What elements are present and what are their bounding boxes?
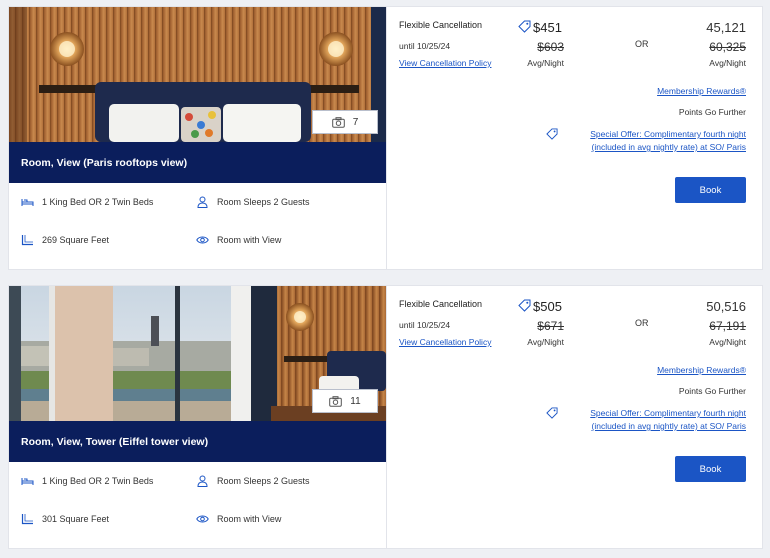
rate-title: Flexible Cancellation — [399, 299, 483, 309]
view-amenity: Room with View — [196, 513, 281, 525]
camera-icon — [331, 116, 345, 128]
original-cash-price: $671 — [537, 319, 564, 333]
points-price: 45,121 — [706, 20, 746, 35]
rate-panel: Flexible Cancellation until 10/25/24 Vie… — [387, 286, 762, 548]
size-text: 269 Square Feet — [42, 235, 110, 245]
cash-price: $505 — [533, 299, 562, 314]
sleeps-text: Room Sleeps 2 Guests — [217, 197, 310, 207]
size-amenity: 269 Square Feet — [21, 234, 109, 246]
size-text: 301 Square Feet — [42, 514, 110, 524]
cash-price-unit: Avg/Night — [527, 58, 564, 68]
cancel-until: until 10/25/24 — [399, 320, 451, 330]
sleeps-amenity: Room Sleeps 2 Guests — [196, 196, 310, 208]
sleeps-text: Room Sleeps 2 Guests — [217, 476, 310, 486]
offer-tag-icon — [546, 128, 558, 140]
bed-text: 1 King Bed OR 2 Twin Beds — [42, 476, 154, 486]
points-price: 50,516 — [706, 299, 746, 314]
cash-price-unit: Avg/Night — [527, 337, 564, 347]
bed-text: 1 King Bed OR 2 Twin Beds — [42, 197, 154, 207]
bed-amenity: 1 King Bed OR 2 Twin Beds — [21, 196, 153, 208]
cancellation-policy-link[interactable]: View Cancellation Policy — [399, 337, 491, 347]
offer-tag-icon — [546, 407, 558, 419]
view-text: Room with View — [217, 235, 282, 245]
or-label: OR — [635, 39, 649, 49]
camera-icon — [329, 395, 343, 407]
eye-icon — [196, 515, 209, 523]
size-amenity: 301 Square Feet — [21, 513, 109, 525]
photo-count-button[interactable]: 7 — [312, 110, 378, 134]
square-feet-icon — [21, 514, 33, 525]
photo-count: 11 — [350, 395, 361, 407]
photo-count-button[interactable]: 11 — [312, 389, 378, 413]
price-tag-icon — [518, 299, 531, 312]
room-photo[interactable]: 11 — [9, 286, 386, 421]
rate-title: Flexible Cancellation — [399, 20, 483, 30]
person-icon — [197, 196, 208, 208]
cancellation-policy-link[interactable]: View Cancellation Policy — [399, 58, 491, 68]
bed-amenity: 1 King Bed OR 2 Twin Beds — [21, 475, 153, 487]
membership-rewards-link[interactable]: Membership Rewards® — [657, 365, 746, 375]
price-tag-icon — [518, 20, 531, 33]
view-text: Room with View — [217, 514, 282, 524]
room-name: Room, View (Paris rooftops view) — [21, 156, 188, 169]
original-cash-price: $603 — [537, 40, 564, 54]
room-name-bar: Room, View, Tower (Eiffel tower view) — [9, 421, 386, 462]
bed-icon — [21, 478, 34, 485]
or-label: OR — [635, 318, 649, 328]
room-photo[interactable]: 7 — [9, 7, 386, 142]
points-price-unit: Avg/Night — [709, 337, 746, 347]
square-feet-icon — [21, 235, 33, 246]
room-name-bar: Room, View (Paris rooftops view) — [9, 142, 386, 183]
membership-rewards-link[interactable]: Membership Rewards® — [657, 86, 746, 96]
points-tagline: Points Go Further — [678, 386, 746, 396]
sleeps-amenity: Room Sleeps 2 Guests — [196, 475, 310, 487]
special-offer-link[interactable]: Special Offer: Complimentary fourth nigh… — [586, 407, 746, 433]
cash-price: $451 — [533, 20, 562, 35]
book-button[interactable]: Book — [675, 177, 746, 203]
book-button[interactable]: Book — [675, 456, 746, 482]
room-card: 11 Room, View, Tower (Eiffel tower view)… — [8, 285, 763, 549]
room-info: 11 Room, View, Tower (Eiffel tower view)… — [9, 286, 386, 548]
rate-panel: Flexible Cancellation until 10/25/24 Vie… — [387, 7, 762, 269]
room-card: 7 Room, View (Paris rooftops view) 1 Kin… — [8, 6, 763, 270]
cancel-until: until 10/25/24 — [399, 41, 451, 51]
photo-count: 7 — [352, 116, 359, 128]
person-icon — [197, 475, 208, 487]
room-info: 7 Room, View (Paris rooftops view) 1 Kin… — [9, 7, 386, 269]
view-amenity: Room with View — [196, 234, 281, 246]
special-offer-link[interactable]: Special Offer: Complimentary fourth nigh… — [586, 128, 746, 154]
original-points-price: 67,191 — [709, 319, 746, 333]
eye-icon — [196, 236, 209, 244]
room-name: Room, View, Tower (Eiffel tower view) — [21, 435, 209, 448]
points-tagline: Points Go Further — [678, 107, 746, 117]
points-price-unit: Avg/Night — [709, 58, 746, 68]
bed-icon — [21, 199, 34, 206]
original-points-price: 60,325 — [709, 40, 746, 54]
